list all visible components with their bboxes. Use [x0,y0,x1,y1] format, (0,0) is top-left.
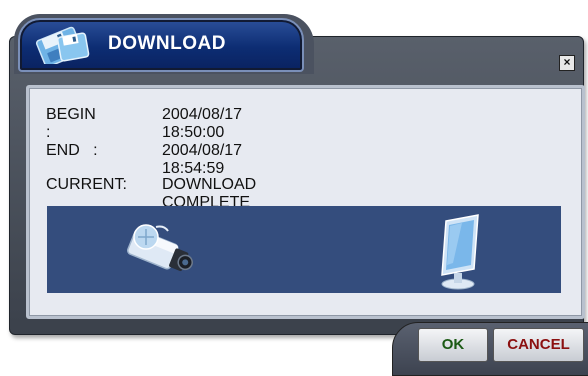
download-dialog: DOWNLOAD × BEGIN : 2004/08/17 18:50:00 E… [0,0,588,376]
close-button[interactable]: × [559,55,575,71]
begin-label: BEGIN : [46,106,96,141]
end-label: END : [46,142,98,159]
dialog-title: DOWNLOAD [108,33,226,54]
camera-icon [127,224,193,272]
cancel-button[interactable]: CANCEL [493,328,584,362]
current-label: CURRENT: [46,176,127,193]
close-icon: × [563,55,571,69]
ok-button[interactable]: OK [418,328,488,362]
monitor-icon [441,214,479,290]
begin-value: 2004/08/17 18:50:00 [162,106,243,141]
download-disk-icon [35,26,90,64]
end-value: 2004/08/17 18:54:59 [162,142,243,177]
